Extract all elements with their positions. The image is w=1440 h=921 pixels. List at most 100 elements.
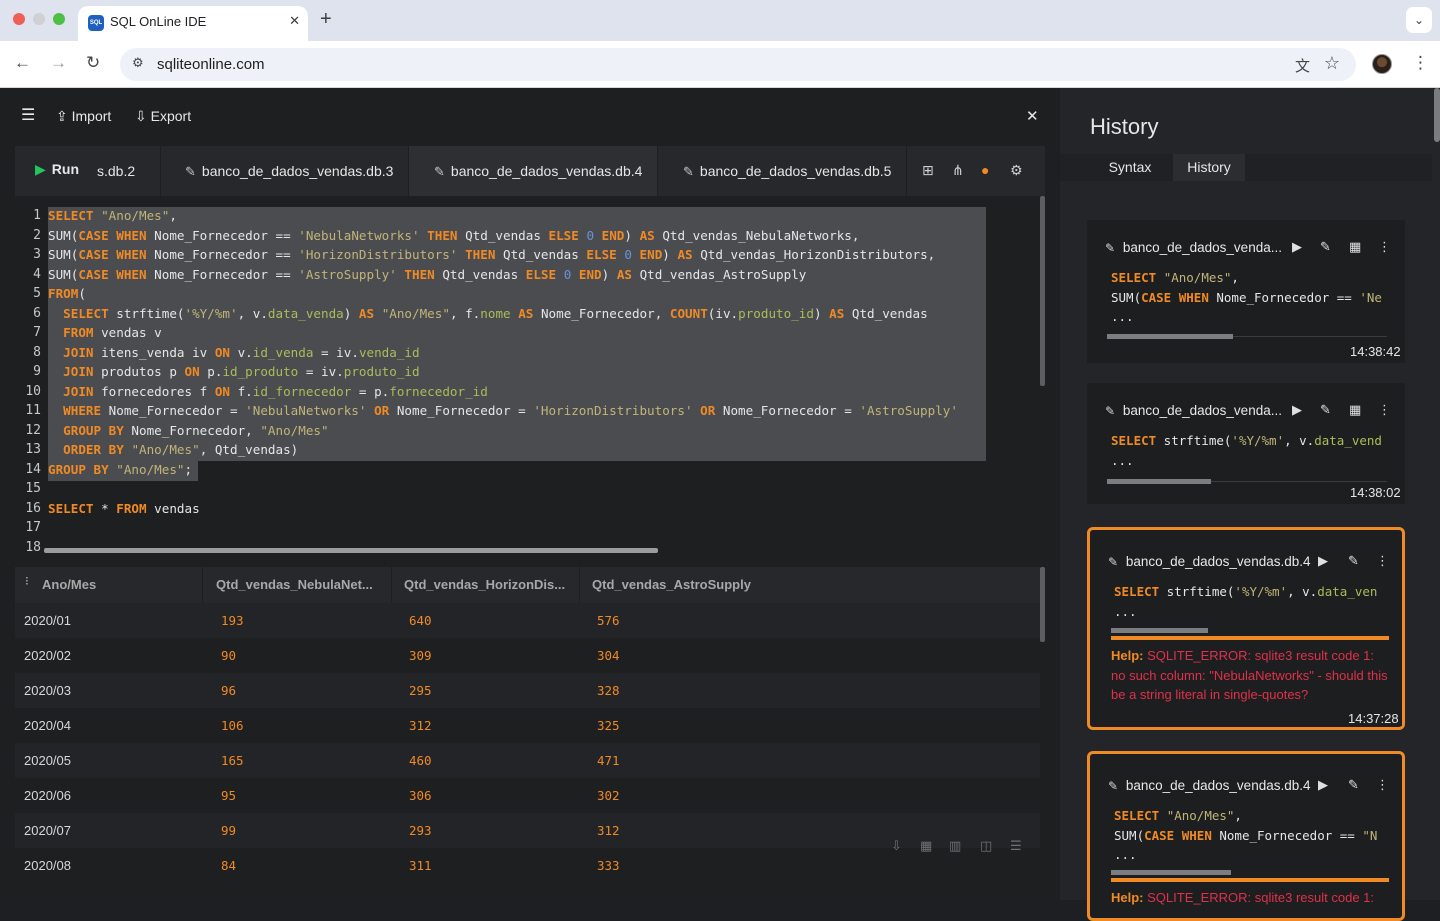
kebab-icon[interactable]: ⋮ xyxy=(1376,777,1389,793)
import-button[interactable]: ⇪ Import xyxy=(56,108,111,125)
plus-icon[interactable]: + xyxy=(320,8,332,30)
window-minimize-button[interactable] xyxy=(33,13,45,25)
column-header[interactable]: Qtd_vendas_HorizonDis... xyxy=(392,567,580,603)
kebab-icon[interactable]: ⋮ xyxy=(1412,53,1429,73)
history-card-error[interactable]: ✎ banco_de_dados_vendas.db.4 ▶ ✎ ⋮ SELEC… xyxy=(1087,751,1405,921)
play-icon[interactable]: ▶ xyxy=(1318,553,1328,569)
forward-icon[interactable]: → xyxy=(50,53,67,73)
tab-history[interactable]: History xyxy=(1173,154,1245,181)
table-cell[interactable]: 95 xyxy=(218,778,406,813)
history-card-error[interactable]: ✎ banco_de_dados_vendas.db.4 ▶ ✎ ⋮ SELEC… xyxy=(1087,527,1405,730)
edit-icon[interactable]: ✎ xyxy=(1348,553,1359,569)
table-cell[interactable]: 312 xyxy=(406,708,594,743)
run-button[interactable]: ▶ Run xyxy=(35,161,79,178)
history-card[interactable]: ✎ banco_de_dados_venda... ▶ ✎ ▦ ⋮ SELECT… xyxy=(1087,220,1405,363)
column-header[interactable]: Ano/Mes xyxy=(30,567,203,603)
reload-icon[interactable]: ↻ xyxy=(86,53,100,73)
table-cell[interactable]: 325 xyxy=(594,708,1055,743)
close-icon[interactable]: ✕ xyxy=(289,13,300,29)
table-cell[interactable]: 106 xyxy=(218,708,406,743)
tab-db-2[interactable]: s.db.2 xyxy=(97,146,161,196)
gear-icon[interactable]: ⚙ xyxy=(1010,162,1023,179)
grid-icon[interactable]: ▦ xyxy=(1349,239,1361,255)
table-cell[interactable]: 2020/08 xyxy=(15,848,203,883)
table-cell[interactable]: 96 xyxy=(218,673,406,708)
table-cell[interactable]: 2020/07 xyxy=(15,813,203,848)
kebab-icon[interactable]: ⋮ xyxy=(1376,553,1389,569)
grid-icon[interactable]: ▦ xyxy=(1349,402,1361,418)
table-cell[interactable]: 293 xyxy=(406,813,594,848)
table-row[interactable]: 2020/01 193 640 576 xyxy=(15,603,1040,638)
play-icon[interactable]: ▶ xyxy=(1318,777,1328,793)
tab-db-5[interactable]: ✎ banco_de_dados_vendas.db.5 xyxy=(658,146,907,196)
close-icon[interactable]: ✕ xyxy=(1026,107,1039,125)
sql-editor[interactable]: 1 2 3 4 5 6 7 8 9 10 11 12 13 14 15 16 1… xyxy=(15,204,1045,554)
history-card[interactable]: ✎ banco_de_dados_venda... ▶ ✎ ▦ ⋮ SELECT… xyxy=(1087,383,1405,504)
table-icon[interactable]: ▦ xyxy=(920,838,932,854)
table-row[interactable]: 2020/08 84 311 333 xyxy=(15,848,1040,883)
table-cell[interactable]: 2020/05 xyxy=(15,743,203,778)
edit-icon[interactable]: ✎ xyxy=(1348,777,1359,793)
table-cell[interactable]: 306 xyxy=(406,778,594,813)
table-cell[interactable]: 295 xyxy=(406,673,594,708)
export-button[interactable]: ⇩ Export xyxy=(135,108,191,125)
editor-horizontal-scrollbar[interactable] xyxy=(44,548,658,553)
back-icon[interactable]: ← xyxy=(14,53,31,73)
column-header[interactable]: Qtd_vendas_AstroSupply xyxy=(580,567,1040,603)
table-cell[interactable]: 460 xyxy=(406,743,594,778)
tune-icon[interactable]: ⚙ xyxy=(132,55,144,71)
table-cell[interactable]: 304 xyxy=(594,638,1055,673)
column-header[interactable]: Qtd_vendas_NebulaNet... xyxy=(204,567,392,603)
history-scrollbar[interactable] xyxy=(1434,88,1440,142)
table-cell[interactable]: 311 xyxy=(406,848,594,883)
list-icon[interactable]: ☰ xyxy=(1010,838,1022,854)
table-row[interactable]: 2020/07 99 293 312 xyxy=(15,813,1040,848)
table-cell[interactable]: 640 xyxy=(406,603,594,638)
chevron-down-icon[interactable]: ⌄ xyxy=(1406,7,1432,33)
grid-vertical-scrollbar[interactable] xyxy=(1040,567,1045,642)
table-cell[interactable]: 2020/06 xyxy=(15,778,203,813)
table-cell[interactable]: 165 xyxy=(218,743,406,778)
table-cell[interactable]: 328 xyxy=(594,673,1055,708)
table-cell[interactable]: 309 xyxy=(406,638,594,673)
table-row[interactable]: 2020/05 165 460 471 xyxy=(15,743,1040,778)
omnibox[interactable]: ⚙ sqliteonline.com 文 ☆ xyxy=(120,48,1356,81)
avatar[interactable] xyxy=(1372,54,1392,74)
share-icon[interactable]: ⋔ xyxy=(952,162,964,179)
table-cell[interactable]: 2020/02 xyxy=(15,638,203,673)
url-text[interactable]: sqliteonline.com xyxy=(157,56,265,73)
browser-tab[interactable]: SQL SQL OnLine IDE ✕ xyxy=(78,6,308,41)
table-cell[interactable]: 90 xyxy=(218,638,406,673)
table-cell[interactable]: 193 xyxy=(218,603,406,638)
table-row[interactable]: 2020/06 95 306 302 xyxy=(15,778,1040,813)
table-row[interactable]: 2020/04 106 312 325 xyxy=(15,708,1040,743)
table-cell[interactable]: 2020/03 xyxy=(15,673,203,708)
translate-icon[interactable]: 文 xyxy=(1295,55,1310,76)
table-cell[interactable]: 2020/04 xyxy=(15,708,203,743)
edit-icon[interactable]: ✎ xyxy=(1320,402,1331,418)
table-cell[interactable]: 471 xyxy=(594,743,1055,778)
grid-menu-icon[interactable]: ⁝ xyxy=(25,567,29,595)
table-cell[interactable]: 302 xyxy=(594,778,1055,813)
table-cell[interactable]: 99 xyxy=(218,813,406,848)
edit-icon[interactable]: ✎ xyxy=(1320,239,1331,255)
window-close-button[interactable] xyxy=(13,13,25,25)
window-zoom-button[interactable] xyxy=(53,13,65,25)
tab-syntax[interactable]: Syntax xyxy=(1095,154,1165,181)
table-row[interactable]: 2020/03 96 295 328 xyxy=(15,673,1040,708)
table-cell[interactable]: 2020/01 xyxy=(15,603,203,638)
star-icon[interactable]: ☆ xyxy=(1324,53,1340,74)
hamburger-menu-icon[interactable]: ☰ xyxy=(21,105,35,125)
new-tab-icon[interactable]: ⊞ xyxy=(922,162,934,179)
book-icon[interactable]: ◫ xyxy=(980,838,992,854)
download-icon[interactable]: ⇩ xyxy=(891,838,902,854)
play-icon[interactable]: ▶ xyxy=(1292,239,1302,255)
tab-db-4[interactable]: ✎ banco_de_dados_vendas.db.4 xyxy=(409,146,658,196)
user-icon[interactable]: ● xyxy=(981,162,989,178)
table-cell[interactable]: 84 xyxy=(218,848,406,883)
kebab-icon[interactable]: ⋮ xyxy=(1378,402,1391,418)
table-cell[interactable]: 576 xyxy=(594,603,1055,638)
tab-db-3[interactable]: ✎ banco_de_dados_vendas.db.3 xyxy=(161,146,409,196)
editor-vertical-scrollbar[interactable] xyxy=(1040,196,1045,386)
bar-chart-icon[interactable]: ▥ xyxy=(949,838,961,854)
